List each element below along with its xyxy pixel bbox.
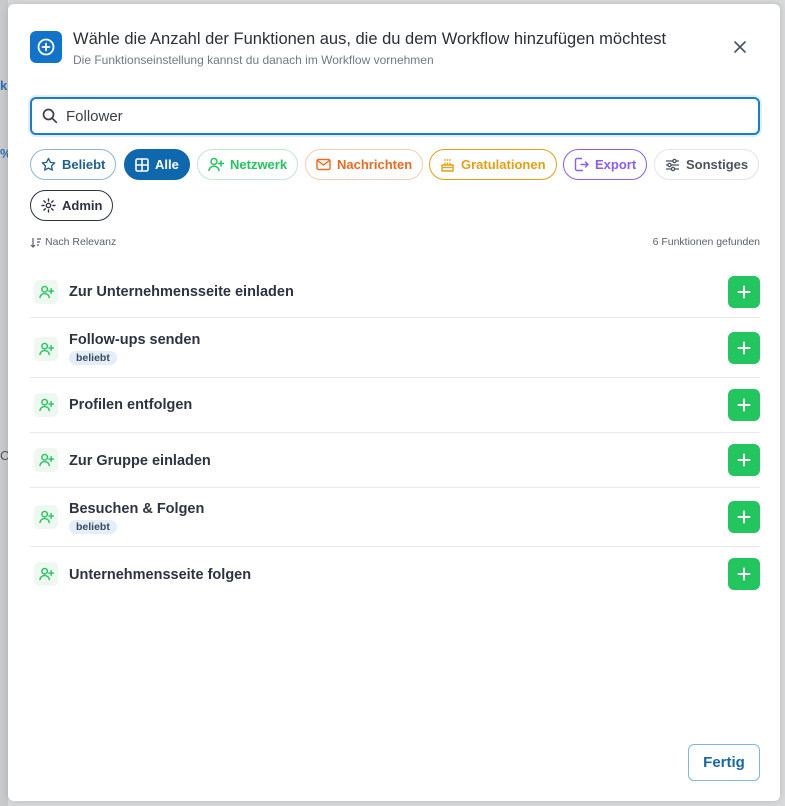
- function-row: Zur Unternehmensseite einladen: [30, 266, 760, 318]
- user-plus-icon: [34, 562, 58, 586]
- user-plus-icon: [34, 337, 58, 361]
- filter-chip-label: Beliebt: [62, 157, 106, 172]
- plus-icon: [737, 341, 751, 355]
- sort-selector[interactable]: Nach Relevanz: [30, 236, 116, 248]
- add-function-button[interactable]: [728, 444, 760, 476]
- mail-icon: [316, 158, 331, 171]
- plus-circle-icon: [30, 31, 62, 63]
- filter-chip-label: Sonstiges: [686, 157, 749, 172]
- add-function-button[interactable]: [728, 501, 760, 533]
- dialog-title: Wähle die Anzahl der Funktionen aus, die…: [73, 30, 667, 48]
- user-plus-icon: [208, 157, 224, 172]
- filter-chip-label: Export: [595, 157, 637, 172]
- filter-chip-admin[interactable]: Admin: [30, 190, 114, 221]
- user-plus-icon: [34, 448, 58, 472]
- filter-chip-alle[interactable]: Alle: [124, 149, 190, 180]
- function-label: Zur Gruppe einladen: [69, 453, 211, 469]
- function-row: Zur Gruppe einladen: [30, 433, 760, 488]
- cake-icon: [441, 159, 454, 172]
- add-function-button[interactable]: [728, 332, 760, 364]
- sort-label: Nach Relevanz: [45, 236, 117, 248]
- plus-icon: [737, 285, 751, 299]
- filter-chip-label: Admin: [62, 198, 103, 213]
- filter-chip-label: Alle: [155, 157, 179, 172]
- close-icon: [734, 41, 746, 53]
- filter-chip-sonstiges[interactable]: Sonstiges: [654, 149, 760, 180]
- plus-icon: [737, 398, 751, 412]
- add-function-button[interactable]: [728, 389, 760, 421]
- function-row: Unternehmensseite folgen: [30, 547, 760, 601]
- function-label: Profilen entfolgen: [69, 397, 193, 413]
- sliders-icon: [666, 158, 679, 171]
- add-function-dialog: Wähle die Anzahl der Funktionen aus, die…: [8, 4, 780, 801]
- done-button[interactable]: Fertig: [688, 744, 760, 781]
- filter-chip-nachrichten[interactable]: Nachrichten: [305, 149, 424, 180]
- popular-badge: beliebt: [69, 520, 117, 534]
- filter-chip-label: Gratulationen: [461, 157, 546, 172]
- function-row: Besuchen & Folgen beliebt: [30, 488, 760, 547]
- user-plus-icon: [34, 280, 58, 304]
- add-function-button[interactable]: [728, 558, 760, 590]
- gear-icon: [41, 198, 56, 213]
- search-icon: [42, 108, 58, 124]
- filter-chip-beliebt[interactable]: Beliebt: [30, 149, 117, 180]
- background-fragment: k: [0, 78, 8, 93]
- function-label: Unternehmensseite folgen: [69, 567, 252, 583]
- add-function-button[interactable]: [728, 276, 760, 308]
- filter-chip-label: Nachrichten: [337, 157, 413, 172]
- backdrop: [0, 0, 8, 806]
- dialog-subtitle: Die Funktionseinstellung kannst du danac…: [73, 53, 434, 67]
- result-count: 6 Funktionen gefunden: [652, 236, 760, 248]
- plus-icon: [737, 453, 751, 467]
- filter-chip-netzwerk[interactable]: Netzwerk: [197, 149, 299, 180]
- user-plus-icon: [34, 505, 58, 529]
- user-plus-icon: [34, 393, 58, 417]
- filter-chip-label: Netzwerk: [230, 157, 288, 172]
- export-icon: [574, 157, 589, 172]
- close-button[interactable]: [730, 37, 750, 57]
- star-icon: [41, 157, 56, 171]
- function-label: Besuchen & Folgen: [69, 501, 205, 517]
- filter-chip-gratulationen[interactable]: Gratulationen: [429, 149, 557, 180]
- search-input[interactable]: [66, 107, 706, 125]
- sort-icon: [30, 237, 41, 248]
- search-box[interactable]: [30, 97, 760, 135]
- popular-badge: beliebt: [69, 351, 117, 365]
- plus-icon: [737, 567, 751, 581]
- plus-icon: [737, 510, 751, 524]
- grid-icon: [135, 157, 149, 172]
- function-label: Follow-ups senden: [69, 332, 201, 348]
- function-row: Profilen entfolgen: [30, 378, 760, 433]
- function-label: Zur Unternehmensseite einladen: [69, 284, 294, 300]
- function-row: Follow-ups senden beliebt: [30, 319, 760, 378]
- filter-chip-export[interactable]: Export: [563, 149, 648, 180]
